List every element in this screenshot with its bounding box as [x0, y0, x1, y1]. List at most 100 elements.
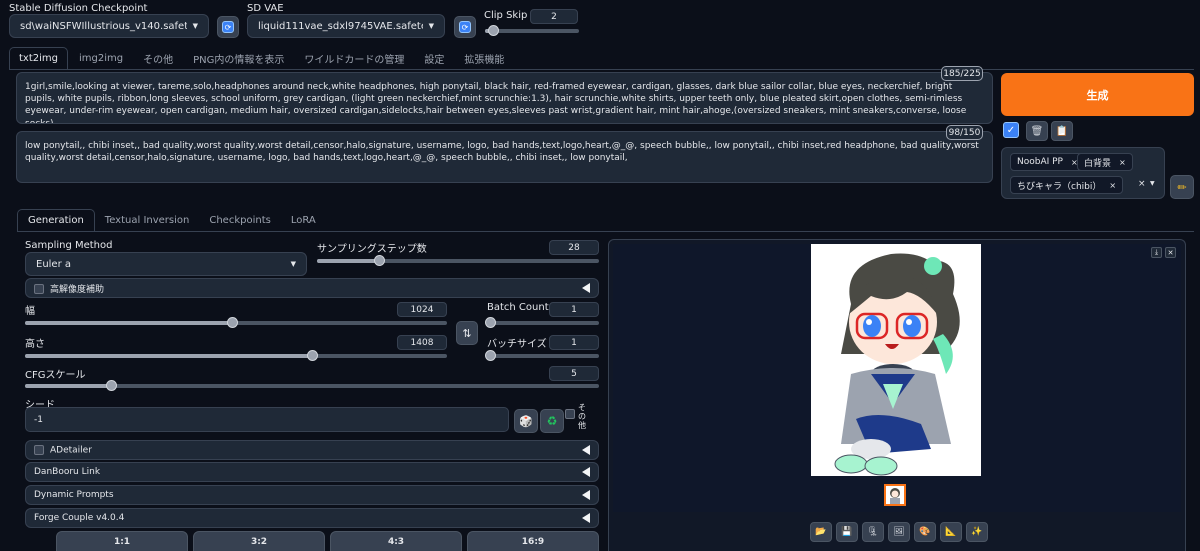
batch-size-slider[interactable] — [485, 350, 599, 361]
sampling-steps-slider[interactable] — [317, 255, 599, 266]
tab-textual-inversion[interactable]: Textual Inversion — [95, 209, 200, 231]
thumbnail-image — [890, 488, 900, 504]
clear-all-icon[interactable]: × — [1138, 179, 1146, 189]
checkpoint-dropdown[interactable]: sd\waiNSFWIllustrious_v140.safetensors [… — [9, 14, 209, 38]
tab-img2img[interactable]: img2img — [70, 47, 132, 69]
cfg-scale-number[interactable]: 5 — [549, 366, 599, 381]
zip-button[interactable]: 🗜 — [862, 522, 884, 542]
slider-knob[interactable] — [485, 350, 496, 361]
hires-fix-accordion[interactable]: 高解像度補助 — [25, 278, 599, 298]
adetailer-accordion[interactable]: ADetailer — [25, 440, 599, 460]
batch-count-slider[interactable] — [485, 317, 599, 328]
refresh-icon: ⟳ — [459, 21, 471, 33]
batch-count-label: Batch Count — [487, 302, 549, 313]
clipskip-slider[interactable] — [485, 25, 579, 36]
sampling-steps-label: サンプリングステップ数 — [317, 244, 427, 255]
ratio-16-9-button[interactable]: 16:9 — [467, 531, 599, 551]
edit-styles-button[interactable]: ✏ — [1170, 175, 1194, 199]
send-to-extras-button[interactable]: 📐 — [940, 522, 962, 542]
cfg-scale-slider[interactable] — [25, 380, 599, 391]
tab-checkpoints[interactable]: Checkpoints — [199, 209, 280, 231]
close-preview-icon[interactable]: ✕ — [1165, 247, 1176, 258]
style-tag: 白背景 × — [1077, 153, 1133, 171]
tab-wildcards[interactable]: ワイルドカードの管理 — [295, 47, 413, 69]
swap-dimensions-button[interactable]: ⇅ — [456, 321, 478, 345]
tab-extensions[interactable]: 拡張機能 — [455, 47, 513, 69]
download-icon[interactable]: ⤓ — [1151, 247, 1162, 258]
forge-couple-accordion[interactable]: Forge Couple v4.0.4 — [25, 508, 599, 528]
reuse-seed-button[interactable]: ♻ — [540, 409, 564, 433]
ratio-3-2-button[interactable]: 3:2 — [193, 531, 325, 551]
sparkle-icon: ✨ — [971, 527, 983, 537]
style-tag-label: ちびキャラ（chibi） — [1017, 181, 1102, 192]
clear-prompt-button[interactable]: 🗑 — [1026, 121, 1048, 141]
ratio-4-3-button[interactable]: 4:3 — [330, 531, 462, 551]
vae-refresh-button[interactable]: ⟳ — [454, 16, 476, 38]
width-label: 幅 — [25, 306, 35, 317]
save-button[interactable]: 💾 — [836, 522, 858, 542]
paste-button[interactable]: 📋 — [1051, 121, 1073, 141]
width-number[interactable]: 1024 — [397, 302, 447, 317]
seed-input[interactable]: -1 — [25, 407, 509, 432]
ratio-1-1-button[interactable]: 1:1 — [56, 531, 188, 551]
remove-tag-icon[interactable]: × — [1109, 181, 1116, 190]
vae-dropdown[interactable]: liquid111vae_sdxl9745VAE.safetensors ▼ — [247, 14, 445, 38]
cfg-scale-label: CFGスケール — [25, 370, 86, 381]
open-folder-button[interactable]: 📂 — [810, 522, 832, 542]
send-to-img2img-button[interactable]: 🖼 — [888, 522, 910, 542]
slider-knob[interactable] — [226, 317, 238, 328]
positive-prompt-textarea[interactable]: 1girl,smile,looking at viewer, tareme,so… — [16, 72, 993, 124]
slider-knob[interactable] — [106, 380, 118, 391]
height-number[interactable]: 1408 — [397, 335, 447, 350]
accordion-label: ADetailer — [50, 445, 92, 456]
slider-knob[interactable] — [374, 255, 386, 266]
tab-generation[interactable]: Generation — [17, 209, 95, 231]
generated-image[interactable] — [811, 244, 981, 476]
adetailer-checkbox[interactable] — [34, 444, 44, 455]
tab-txt2img[interactable]: txt2img — [9, 47, 68, 69]
styles-selector[interactable]: NoobAI PP × 白背景 × ちびキャラ（chibi） × × ▼ — [1001, 147, 1165, 199]
main-tabs: txt2img img2img その他 PNG内の情報を表示 ワイルドカードの管… — [9, 47, 513, 69]
sampling-steps-number[interactable]: 28 — [549, 240, 599, 255]
style-tag-label: 白背景 — [1084, 158, 1112, 169]
hires-fix-checkbox[interactable] — [34, 284, 44, 294]
styles-checkbox[interactable]: ✓ — [1003, 122, 1019, 138]
gallery-thumbnail[interactable] — [884, 484, 906, 506]
slider-knob[interactable] — [306, 350, 318, 361]
clipboard-icon: 📋 — [1055, 125, 1069, 137]
output-toolbar: 📂 💾 🗜 🖼 🎨 📐 ✨ — [810, 522, 988, 542]
extra-seed-checkbox[interactable] — [565, 409, 575, 419]
recycle-icon: ♻ — [546, 414, 558, 428]
negative-prompt-textarea[interactable]: low ponytail,, chibi inset,, bad quality… — [16, 131, 993, 183]
send-to-inpaint-button[interactable]: 🎨 — [914, 522, 936, 542]
tab-other[interactable]: その他 — [134, 47, 182, 69]
checkpoint-refresh-button[interactable]: ⟳ — [217, 16, 239, 38]
dynamic-prompts-accordion[interactable]: Dynamic Prompts — [25, 485, 599, 505]
negative-token-counter: 98/150 — [946, 125, 983, 140]
tab-lora[interactable]: LoRA — [281, 209, 326, 231]
chevron-down-icon[interactable]: ▼ — [1150, 180, 1155, 187]
batch-size-number[interactable]: 1 — [549, 335, 599, 350]
danbooru-link-accordion[interactable]: DanBooru Link — [25, 462, 599, 482]
sub-tabs: Generation Textual Inversion Checkpoints… — [17, 209, 326, 231]
remove-tag-icon[interactable]: × — [1119, 158, 1126, 167]
slider-knob[interactable] — [487, 25, 499, 36]
tab-settings[interactable]: 設定 — [415, 47, 453, 69]
height-slider[interactable] — [25, 350, 447, 361]
width-slider[interactable] — [25, 317, 447, 328]
save-icon: 💾 — [841, 527, 853, 537]
generate-button[interactable]: 生成 — [1001, 73, 1194, 116]
sampling-method-dropdown[interactable]: Euler a ▼ — [25, 252, 307, 276]
batch-count-number[interactable]: 1 — [549, 302, 599, 317]
slider-knob[interactable] — [485, 317, 496, 328]
style-tag: ちびキャラ（chibi） × — [1010, 176, 1124, 194]
refresh-icon: ⟳ — [222, 21, 234, 33]
clipskip-number[interactable]: 2 — [530, 9, 578, 24]
upscale-button[interactable]: ✨ — [966, 522, 988, 542]
extra-seed-label: その他 — [578, 403, 586, 430]
chevron-down-icon: ▼ — [192, 22, 198, 30]
tab-png-info[interactable]: PNG内の情報を表示 — [184, 47, 293, 69]
subtab-divider — [17, 231, 1194, 232]
random-seed-button[interactable]: 🎲 — [514, 409, 538, 433]
clipskip-label: Clip Skip — [484, 10, 528, 21]
